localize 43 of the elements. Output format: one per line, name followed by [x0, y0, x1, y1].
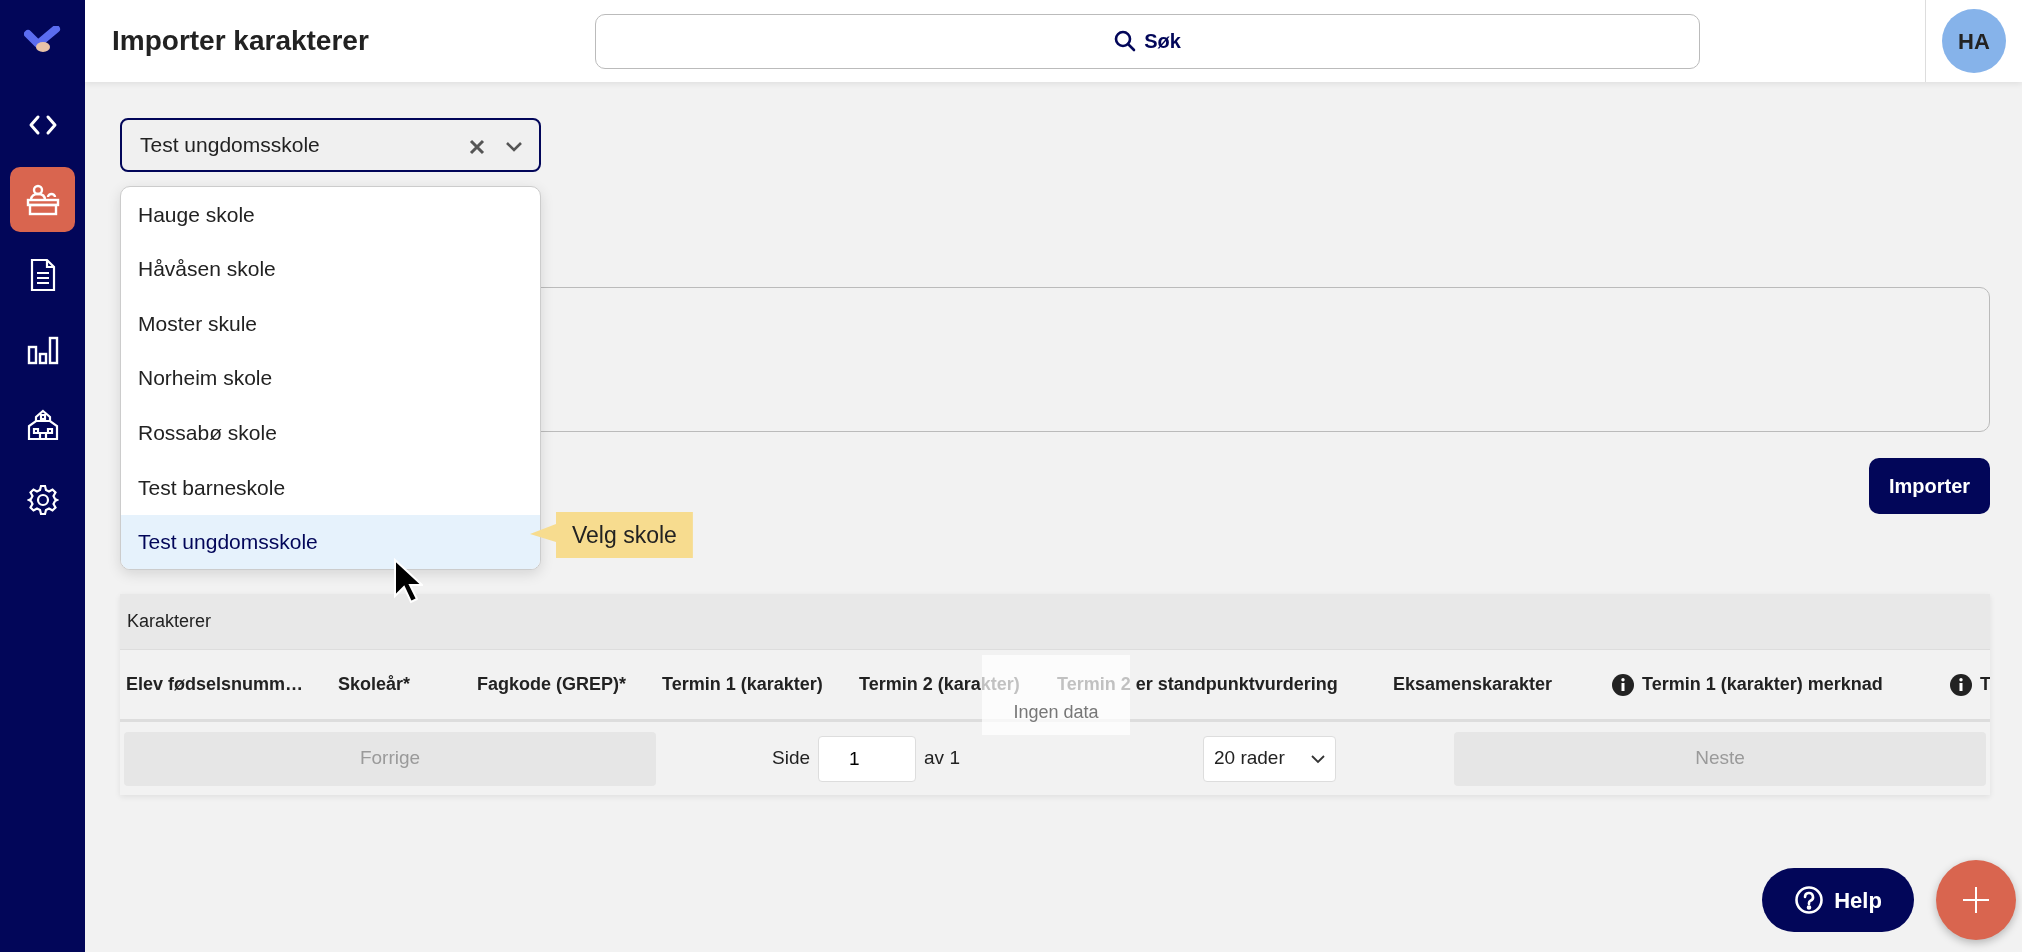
search-field[interactable]: Søk [595, 13, 1700, 69]
column-header: Termin 1 (karakter) [662, 673, 823, 696]
page-count: av 1 [924, 746, 960, 771]
page-size-select[interactable]: 20 rader [1203, 735, 1336, 782]
info-icon[interactable] [1950, 674, 1972, 697]
question-icon [1794, 885, 1825, 915]
dropdown-option[interactable]: Håvåsen skole [121, 241, 540, 297]
desk-icon [25, 183, 60, 216]
page-input[interactable]: 1 [818, 735, 917, 782]
help-button[interactable]: Help [1762, 868, 1914, 932]
dropdown-option[interactable]: Test barneskole [121, 459, 540, 515]
info-icon[interactable] [1612, 674, 1634, 697]
dropdown-option[interactable]: Moster skule [121, 296, 540, 351]
school-select[interactable]: Test ungdomsskole [120, 118, 541, 172]
page-title: Importer karakterer [112, 25, 369, 56]
column-header: Eksamenskarakter [1393, 673, 1553, 696]
bar-chart-icon [26, 334, 59, 365]
chevron-down-icon[interactable] [505, 140, 523, 153]
import-button[interactable]: Importer [1869, 458, 1990, 514]
table-title: Karakterer [120, 594, 1990, 650]
nav-item[interactable] [10, 167, 75, 232]
page-label: Side [772, 746, 811, 771]
search-icon [1114, 30, 1137, 52]
chevron-down-icon [1311, 754, 1325, 764]
column-header: Elev fødselsnumm… [126, 673, 304, 696]
dropdown-option[interactable]: Norheim skole [121, 350, 540, 406]
dropdown-option[interactable]: Hauge skole [121, 187, 540, 242]
document-icon [28, 257, 57, 292]
add-button[interactable] [1936, 860, 2016, 940]
column-header: Fagkode (GREP)* [477, 673, 627, 696]
tooltip: Velg skole [530, 512, 693, 558]
dropdown-option[interactable]: Rossabø skole [121, 405, 540, 460]
column-header: Skoleår* [338, 673, 411, 696]
plus-icon [1963, 887, 1989, 913]
column-header: Termin 1 (karakter) merknad [1642, 673, 1883, 696]
dropdown-option[interactable]: Test ungdomsskole [121, 514, 540, 570]
user-avatar[interactable]: HA [1942, 9, 2006, 73]
column-header: Termin 2 (karakter) [859, 673, 1020, 696]
column-header: T [1980, 673, 1990, 696]
clear-icon[interactable] [469, 138, 485, 155]
school-icon [25, 408, 60, 441]
settings-icon [26, 483, 59, 516]
code-icon [27, 113, 58, 136]
